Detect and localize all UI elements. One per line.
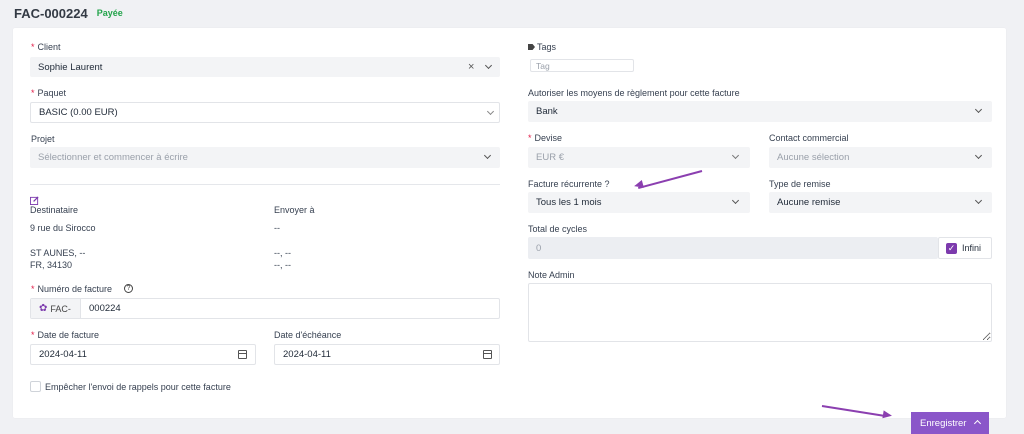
tags-label-text: Tags [537, 42, 557, 52]
project-label: Projet [31, 134, 55, 144]
currency-select[interactable]: EUR € [528, 147, 750, 168]
invoice-number-label: Numéro de facture [31, 284, 113, 294]
help-circle-icon[interactable]: ? [124, 284, 133, 293]
recipient-street: 9 rue du Sirocco [30, 223, 96, 233]
calendar-icon[interactable] [483, 350, 492, 359]
due-date-value: 2024-04-11 [283, 349, 331, 360]
chevron-down-icon [486, 107, 495, 116]
chevron-down-icon [974, 196, 983, 205]
payment-modes-label: Autoriser les moyens de règlement pour c… [528, 88, 740, 98]
status-badge: Payée [96, 8, 123, 18]
invoice-number-input[interactable]: 000224 [89, 303, 121, 314]
chevron-down-icon [483, 151, 492, 160]
infinite-toggle[interactable]: ✓ Infini [938, 237, 992, 259]
recurring-select[interactable]: Tous les 1 mois [528, 192, 750, 213]
total-cycles-input[interactable]: 0 [528, 237, 938, 259]
annotation-arrow-head [882, 410, 893, 420]
chevron-down-icon [974, 105, 983, 114]
divider [30, 184, 500, 185]
chevron-down-icon [974, 151, 983, 160]
sales-agent-placeholder: Aucune sélection [777, 152, 850, 163]
send-to-label: Envoyer à [274, 205, 315, 215]
recurring-value: Tous les 1 mois [536, 197, 602, 208]
client-value: Sophie Laurent [38, 61, 103, 73]
invoice-form-card: Client Sophie Laurent × Paquet BASIC (0.… [13, 28, 1006, 418]
admin-note-textarea[interactable] [528, 283, 992, 342]
invoice-prefix-addon[interactable]: ✿ FAC- [31, 299, 81, 318]
recipient-label: Destinataire [30, 205, 79, 215]
project-placeholder: Sélectionner et commencer à écrire [38, 152, 188, 163]
payment-modes-select[interactable]: Bank [528, 101, 992, 122]
sales-agent-label: Contact commercial [769, 133, 849, 143]
invoice-prefix: FAC- [50, 303, 71, 314]
chevron-up-icon[interactable] [973, 419, 982, 428]
chevron-down-icon [731, 151, 740, 160]
check-icon[interactable]: ✓ [946, 243, 957, 254]
due-date-input[interactable]: 2024-04-11 [274, 344, 500, 365]
admin-note-label: Note Admin [528, 270, 575, 280]
tag-icon [528, 44, 535, 50]
invoice-date-input[interactable]: 2024-04-11 [30, 344, 256, 365]
send-to-street: -- [274, 223, 280, 233]
infinite-label: Infini [962, 243, 982, 253]
times-icon[interactable]: × [468, 62, 474, 73]
package-value: BASIC (0.00 EUR) [39, 107, 118, 118]
invoice-date-value: 2024-04-11 [39, 349, 87, 360]
invoice-date-label: Date de facture [31, 330, 100, 340]
tags-placeholder: Tag [536, 60, 550, 71]
due-date-label: Date d'échéance [274, 330, 342, 340]
gear-icon: ✿ [39, 303, 48, 314]
tags-label: Tags [528, 42, 556, 52]
invoice-title: FAC-000224 [14, 5, 88, 21]
package-label: Paquet [31, 88, 67, 98]
discount-type-select[interactable]: Aucune remise [769, 192, 992, 213]
send-to-city: --, -- [274, 248, 291, 258]
project-select[interactable]: Sélectionner et commencer à écrire [30, 147, 500, 168]
currency-value: EUR € [536, 152, 564, 163]
package-select[interactable]: BASIC (0.00 EUR) [30, 102, 500, 123]
recipient-country: FR, 34130 [30, 260, 73, 270]
payment-modes-value: Bank [536, 106, 558, 117]
client-select[interactable]: Sophie Laurent × [30, 57, 500, 77]
total-cycles-value: 0 [536, 242, 542, 254]
invoice-number-label-text: Numéro de facture [37, 284, 113, 294]
client-label: Client [31, 42, 61, 52]
total-cycles-label: Total de cycles [528, 224, 588, 234]
sales-agent-select[interactable]: Aucune sélection [769, 147, 992, 168]
save-label: Enregistrer [920, 417, 967, 429]
recipient-city: ST AUNES, -- [30, 248, 86, 258]
chevron-down-icon [484, 61, 493, 70]
prevent-reminders-checkbox[interactable] [30, 381, 41, 392]
currency-label: Devise [528, 133, 563, 143]
send-to-country: --, -- [274, 260, 291, 270]
discount-type-label: Type de remise [769, 179, 831, 189]
save-button[interactable]: Enregistrer [911, 412, 989, 434]
prevent-reminders-label: Empêcher l'envoi de rappels pour cette f… [45, 382, 231, 392]
recurring-label: Facture récurrente ? [528, 179, 610, 189]
invoice-number-group: ✿ FAC- 000224 [30, 298, 500, 319]
tags-input[interactable]: Tag [530, 59, 634, 72]
page-header: FAC-000224 Payée [14, 4, 123, 22]
discount-type-value: Aucune remise [777, 197, 841, 208]
edit-icon[interactable] [29, 192, 39, 205]
calendar-icon[interactable] [238, 350, 247, 359]
chevron-down-icon [731, 196, 740, 205]
